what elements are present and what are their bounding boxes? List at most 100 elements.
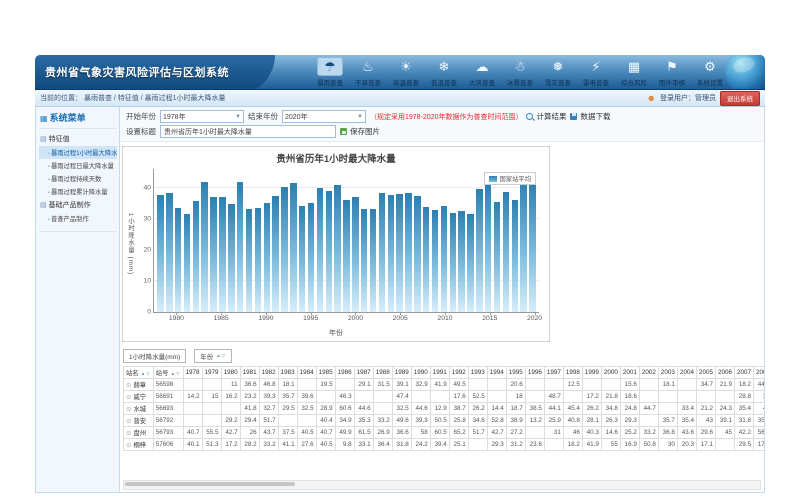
- tree-label: 暴雨过程日最大降水量: [51, 163, 114, 170]
- row-select-icon[interactable]: ⊙: [126, 406, 131, 413]
- nav-item-label: 低温普查: [425, 77, 463, 87]
- value-cell-盘州-1982: 43.7: [259, 427, 278, 439]
- bar-2005: [396, 194, 402, 312]
- value-cell-水城-1985: 28.9: [316, 403, 335, 415]
- calculate-button[interactable]: 计算结果: [526, 111, 566, 122]
- save-disk-icon: [570, 113, 577, 120]
- sidebar-divider: [39, 231, 117, 232]
- nav-item-settings[interactable]: ⚙系统设置: [691, 57, 729, 87]
- nav-item-drought[interactable]: ♨干旱普查: [349, 57, 387, 87]
- value-cell-普安-1995: 38.9: [506, 415, 525, 427]
- nav-item-mapaudit[interactable]: ⚑图件审核: [653, 57, 691, 87]
- value-cell-赫章-1989: 39.1: [392, 379, 411, 391]
- bar-1987: [237, 182, 243, 312]
- nav-item-snow[interactable]: ❅雪灾普查: [539, 57, 577, 87]
- nav-item-risk[interactable]: ▦综合风险: [615, 57, 653, 87]
- low-temp-icon: ❄: [431, 57, 457, 76]
- station-id-cell: 56598: [153, 379, 183, 391]
- sidebar-item-暴雨过程累计降水量[interactable]: ▪暴雨过程累计降水量: [39, 185, 117, 198]
- value-cell-桐梓-1981: 28.2: [240, 439, 259, 451]
- value-cell-桐梓-1980: 17.2: [221, 439, 240, 451]
- value-cell-水城-2003: [658, 403, 677, 415]
- data-download-button[interactable]: 数据下载: [570, 111, 610, 122]
- wind-icon: ☁: [469, 57, 495, 76]
- nav-item-hightemp[interactable]: ☀高温普查: [387, 57, 425, 87]
- year-header-1998: 1998: [563, 367, 582, 379]
- horizontal-scrollbar[interactable]: [123, 480, 761, 490]
- table-row-盘州: ⊙盘州5679340.755.542.72643.737.540.540.749…: [124, 427, 765, 439]
- chart-title-input[interactable]: 贵州省历年1小时最大降水量: [160, 125, 336, 138]
- value-cell-威宁-1978: 14.2: [183, 391, 202, 403]
- nav-item-hail[interactable]: ☃冰雹普查: [501, 57, 539, 87]
- bar-1982: [193, 201, 199, 312]
- row-select-icon[interactable]: ⊙: [126, 418, 131, 425]
- tree-group-基础产品制作[interactable]: ▤基础产品制作: [39, 198, 117, 212]
- value-cell-水城-1984: 32.5: [297, 403, 316, 415]
- nav-item-label: 冰雹普查: [501, 77, 539, 87]
- bar-2014: [476, 189, 482, 312]
- nav-item-lightning[interactable]: ⚡雷电普查: [577, 57, 615, 87]
- legend-swatch: [489, 176, 497, 182]
- chevron-down-icon: ▼: [357, 114, 363, 120]
- body: ▦系统菜单 ▤特征值▪暴雨过程1小时最大降水量▪暴雨过程日最大降水量▪暴雨过程持…: [35, 107, 765, 493]
- value-cell-桐梓-1999: 41.9: [582, 439, 601, 451]
- value-cell-桐梓-1992: 25.1: [449, 439, 468, 451]
- value-cell-赫章-1985: 19.5: [316, 379, 335, 391]
- value-cell-赫章-2006: 21.9: [715, 379, 734, 391]
- sidebar-item-普查产品制作[interactable]: ▪普查产品制作: [39, 212, 117, 225]
- station-name-header[interactable]: 站名 ▲▽: [124, 367, 154, 379]
- app-window: 贵州省气象灾害风险评估与区划系统 ☂暴雨普查♨干旱普查☀高温普查❄低温普查☁大风…: [35, 55, 765, 491]
- folder-icon: ▤: [40, 202, 47, 209]
- value-cell-桐梓-1990: 24.2: [411, 439, 430, 451]
- measure-filter[interactable]: 1小时降水量(mm): [123, 349, 186, 363]
- station-id-header[interactable]: 站号 ▲▽: [153, 367, 183, 379]
- end-year-select[interactable]: 2020年▼: [282, 110, 366, 123]
- year-header-1978: 1978: [183, 367, 202, 379]
- value-cell-水城-1995: 18.7: [506, 403, 525, 415]
- sidebar-item-暴雨过程日最大降水量[interactable]: ▪暴雨过程日最大降水量: [39, 159, 117, 172]
- tree-label: 暴雨过程1小时最大降水量: [51, 150, 117, 157]
- login-user-label: 登录用户：管理员: [660, 93, 716, 103]
- row-select-icon[interactable]: ⊙: [126, 382, 131, 389]
- value-cell-普安-2000: 26.3: [601, 415, 620, 427]
- row-select-icon[interactable]: ⊙: [126, 394, 131, 401]
- data-table-container[interactable]: 站名 ▲▽站号 ▲▽197819791980198119821983198419…: [123, 366, 764, 478]
- value-cell-普安-1992: 25.8: [449, 415, 468, 427]
- top-banner: 贵州省气象灾害风险评估与区划系统 ☂暴雨普查♨干旱普查☀高温普查❄低温普查☁大风…: [35, 55, 765, 90]
- lightning-icon: ⚡: [583, 57, 609, 76]
- scrollbar-thumb[interactable]: [125, 482, 295, 486]
- year-sort-control[interactable]: 年份 ▲▽: [194, 349, 232, 363]
- sidebar-item-暴雨过程持续天数[interactable]: ▪暴雨过程持续天数: [39, 172, 117, 185]
- nav-item-lowtemp[interactable]: ❄低温普查: [425, 57, 463, 87]
- sidebar: ▦系统菜单 ▤特征值▪暴雨过程1小时最大降水量▪暴雨过程日最大降水量▪暴雨过程持…: [36, 107, 120, 492]
- station-name-cell: ⊙桐梓: [124, 439, 154, 451]
- value-cell-普安-1999: 28.1: [582, 415, 601, 427]
- value-cell-威宁-1984: 39.6: [297, 391, 316, 403]
- row-select-icon[interactable]: ⊙: [126, 442, 131, 449]
- station-name-cell: ⊙赫章: [124, 379, 154, 391]
- tree-group-特征值[interactable]: ▤特征值: [39, 132, 117, 146]
- value-cell-赫章-1981: 36.6: [240, 379, 259, 391]
- value-cell-水城-1997: 44.1: [544, 403, 563, 415]
- value-cell-盘州-1997: 31: [544, 427, 563, 439]
- bar-1988: [246, 209, 252, 312]
- bar-2017: [503, 192, 509, 312]
- value-cell-威宁-1994: [487, 391, 506, 403]
- value-cell-桐梓-1984: 27.6: [297, 439, 316, 451]
- bar-1978: [157, 195, 163, 312]
- value-cell-桐梓-1979: 51.3: [202, 439, 221, 451]
- save-image-button[interactable]: 保存图片: [340, 126, 380, 137]
- station-name: 桐梓: [133, 442, 146, 449]
- start-year-select[interactable]: 1978年▼: [160, 110, 244, 123]
- sidebar-item-暴雨过程1小时最大降水量[interactable]: ▪暴雨过程1小时最大降水量: [39, 146, 117, 159]
- nav-item-wind[interactable]: ☁大风普查: [463, 57, 501, 87]
- person-icon: ☻: [647, 94, 656, 103]
- value-cell-水城-2002: 44.7: [639, 403, 658, 415]
- nav-item-rainstorm[interactable]: ☂暴雨普查: [311, 57, 349, 87]
- x-tick-label: 2005: [393, 315, 408, 322]
- composite-risk-icon: ▦: [621, 57, 647, 76]
- value-cell-威宁-2000: 21.8: [601, 391, 620, 403]
- value-cell-盘州-1978: 40.7: [183, 427, 202, 439]
- logout-button[interactable]: 退出系统: [720, 91, 760, 106]
- row-select-icon[interactable]: ⊙: [126, 430, 131, 437]
